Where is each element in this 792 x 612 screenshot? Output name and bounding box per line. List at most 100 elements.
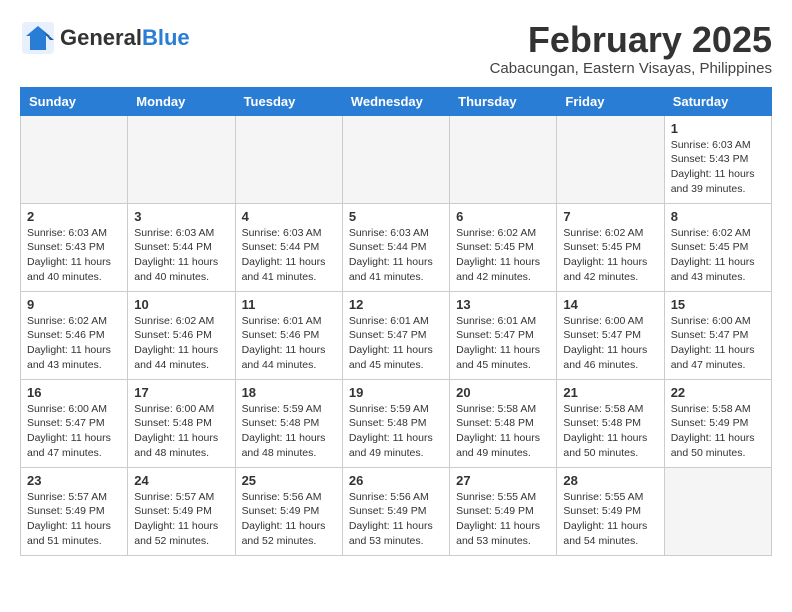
- day-info: Sunrise: 6:03 AMSunset: 5:44 PMDaylight:…: [349, 226, 443, 285]
- calendar-cell: 13Sunrise: 6:01 AMSunset: 5:47 PMDayligh…: [450, 291, 557, 379]
- day-number: 11: [242, 297, 336, 312]
- calendar-cell: [128, 115, 235, 203]
- calendar-cell: 8 Sunrise: 6:02 AMSunset: 5:45 PMDaylight…: [664, 203, 771, 291]
- day-info: Sunrise: 6:00 AMSunset: 5:47 PMDaylight:…: [671, 314, 765, 373]
- day-info: Sunrise: 6:03 AMSunset: 5:44 PMDaylight:…: [242, 226, 336, 285]
- calendar-cell: 17 Sunrise: 6:00 AMSunset: 5:48 PMDayligh…: [128, 379, 235, 467]
- calendar-cell: [664, 467, 771, 555]
- day-info: Sunrise: 5:59 AMSunset: 5:48 PMDaylight:…: [349, 402, 443, 461]
- day-number: 8: [671, 209, 765, 224]
- day-number: 17: [134, 385, 228, 400]
- day-number: 3: [134, 209, 228, 224]
- day-info: Sunrise: 5:56 AMSunset: 5:49 PMDaylight:…: [242, 490, 336, 549]
- day-info: Sunrise: 6:02 AMSunset: 5:46 PMDaylight:…: [134, 314, 228, 373]
- day-number: 16: [27, 385, 121, 400]
- calendar-header-thursday: Thursday: [450, 87, 557, 115]
- calendar-cell: 20 Sunrise: 5:58 AMSunset: 5:48 PMDayligh…: [450, 379, 557, 467]
- day-info: Sunrise: 6:03 AMSunset: 5:44 PMDaylight:…: [134, 226, 228, 285]
- calendar-week-1: 1 Sunrise: 6:03 AMSunset: 5:43 PMDaylight…: [21, 115, 772, 203]
- day-number: 10: [134, 297, 228, 312]
- day-number: 24: [134, 473, 228, 488]
- calendar-week-4: 16 Sunrise: 6:00 AMSunset: 5:47 PMDayligh…: [21, 379, 772, 467]
- day-info: Sunrise: 6:00 AMSunset: 5:47 PMDaylight:…: [27, 402, 121, 461]
- day-number: 6: [456, 209, 550, 224]
- day-info: Sunrise: 6:02 AMSunset: 5:46 PMDaylight:…: [27, 314, 121, 373]
- logo: GeneralBlue: [20, 20, 190, 56]
- calendar-week-5: 23 Sunrise: 5:57 AMSunset: 5:49 PMDayligh…: [21, 467, 772, 555]
- calendar-header-sunday: Sunday: [21, 87, 128, 115]
- day-info: Sunrise: 5:55 AMSunset: 5:49 PMDaylight:…: [456, 490, 550, 549]
- calendar-header-friday: Friday: [557, 87, 664, 115]
- day-number: 5: [349, 209, 443, 224]
- day-info: Sunrise: 6:03 AMSunset: 5:43 PMDaylight:…: [27, 226, 121, 285]
- calendar-cell: [235, 115, 342, 203]
- calendar-cell: 10 Sunrise: 6:02 AMSunset: 5:46 PMDayligh…: [128, 291, 235, 379]
- day-number: 18: [242, 385, 336, 400]
- calendar-cell: 16 Sunrise: 6:00 AMSunset: 5:47 PMDayligh…: [21, 379, 128, 467]
- day-number: 20: [456, 385, 550, 400]
- calendar-cell: [557, 115, 664, 203]
- day-info: Sunrise: 5:55 AMSunset: 5:49 PMDaylight:…: [563, 490, 657, 549]
- calendar-week-2: 2 Sunrise: 6:03 AMSunset: 5:43 PMDaylight…: [21, 203, 772, 291]
- calendar-table: SundayMondayTuesdayWednesdayThursdayFrid…: [20, 87, 772, 556]
- day-info: Sunrise: 6:01 AMSunset: 5:47 PMDaylight:…: [456, 314, 550, 373]
- calendar-cell: 2 Sunrise: 6:03 AMSunset: 5:43 PMDaylight…: [21, 203, 128, 291]
- calendar-cell: 25 Sunrise: 5:56 AMSunset: 5:49 PMDayligh…: [235, 467, 342, 555]
- day-info: Sunrise: 5:59 AMSunset: 5:48 PMDaylight:…: [242, 402, 336, 461]
- calendar-cell: [342, 115, 449, 203]
- day-info: Sunrise: 6:01 AMSunset: 5:46 PMDaylight:…: [242, 314, 336, 373]
- day-info: Sunrise: 5:58 AMSunset: 5:48 PMDaylight:…: [456, 402, 550, 461]
- day-number: 25: [242, 473, 336, 488]
- day-info: Sunrise: 5:58 AMSunset: 5:48 PMDaylight:…: [563, 402, 657, 461]
- day-number: 15: [671, 297, 765, 312]
- logo-text: GeneralBlue: [60, 25, 190, 51]
- day-number: 1: [671, 121, 765, 136]
- day-number: 23: [27, 473, 121, 488]
- day-number: 2: [27, 209, 121, 224]
- day-number: 22: [671, 385, 765, 400]
- day-info: Sunrise: 5:58 AMSunset: 5:49 PMDaylight:…: [671, 402, 765, 461]
- calendar-cell: [450, 115, 557, 203]
- calendar-cell: 5 Sunrise: 6:03 AMSunset: 5:44 PMDaylight…: [342, 203, 449, 291]
- day-info: Sunrise: 6:01 AMSunset: 5:47 PMDaylight:…: [349, 314, 443, 373]
- logo-blue: Blue: [142, 25, 190, 50]
- day-number: 26: [349, 473, 443, 488]
- day-number: 12: [349, 297, 443, 312]
- calendar-cell: 9 Sunrise: 6:02 AMSunset: 5:46 PMDaylight…: [21, 291, 128, 379]
- day-number: 7: [563, 209, 657, 224]
- day-info: Sunrise: 6:02 AMSunset: 5:45 PMDaylight:…: [671, 226, 765, 285]
- day-info: Sunrise: 6:02 AMSunset: 5:45 PMDaylight:…: [456, 226, 550, 285]
- month-title: February 2025: [490, 20, 772, 60]
- calendar-cell: 15 Sunrise: 6:00 AMSunset: 5:47 PMDayligh…: [664, 291, 771, 379]
- calendar-cell: [21, 115, 128, 203]
- day-info: Sunrise: 6:03 AMSunset: 5:43 PMDaylight:…: [671, 138, 765, 197]
- calendar-header-monday: Monday: [128, 87, 235, 115]
- calendar-cell: 23 Sunrise: 5:57 AMSunset: 5:49 PMDayligh…: [21, 467, 128, 555]
- calendar-cell: 19 Sunrise: 5:59 AMSunset: 5:48 PMDayligh…: [342, 379, 449, 467]
- calendar-header-saturday: Saturday: [664, 87, 771, 115]
- calendar-cell: 27Sunrise: 5:55 AMSunset: 5:49 PMDayligh…: [450, 467, 557, 555]
- calendar-cell: 12 Sunrise: 6:01 AMSunset: 5:47 PMDayligh…: [342, 291, 449, 379]
- day-info: Sunrise: 5:56 AMSunset: 5:49 PMDaylight:…: [349, 490, 443, 549]
- calendar-cell: 4 Sunrise: 6:03 AMSunset: 5:44 PMDaylight…: [235, 203, 342, 291]
- calendar-cell: 21Sunrise: 5:58 AMSunset: 5:48 PMDayligh…: [557, 379, 664, 467]
- day-info: Sunrise: 5:57 AMSunset: 5:49 PMDaylight:…: [134, 490, 228, 549]
- day-number: 14: [563, 297, 657, 312]
- day-number: 19: [349, 385, 443, 400]
- calendar-cell: 18 Sunrise: 5:59 AMSunset: 5:48 PMDayligh…: [235, 379, 342, 467]
- day-info: Sunrise: 5:57 AMSunset: 5:49 PMDaylight:…: [27, 490, 121, 549]
- day-number: 4: [242, 209, 336, 224]
- logo-icon: [20, 20, 56, 56]
- page-header: GeneralBlue February 2025 Cabacungan, Ea…: [20, 20, 772, 77]
- day-info: Sunrise: 6:00 AMSunset: 5:48 PMDaylight:…: [134, 402, 228, 461]
- calendar-header-tuesday: Tuesday: [235, 87, 342, 115]
- calendar-cell: 14Sunrise: 6:00 AMSunset: 5:47 PMDayligh…: [557, 291, 664, 379]
- calendar-header-wednesday: Wednesday: [342, 87, 449, 115]
- calendar-header-row: SundayMondayTuesdayWednesdayThursdayFrid…: [21, 87, 772, 115]
- day-number: 9: [27, 297, 121, 312]
- calendar-cell: 6 Sunrise: 6:02 AMSunset: 5:45 PMDaylight…: [450, 203, 557, 291]
- day-number: 28: [563, 473, 657, 488]
- day-info: Sunrise: 6:02 AMSunset: 5:45 PMDaylight:…: [563, 226, 657, 285]
- calendar-cell: 11 Sunrise: 6:01 AMSunset: 5:46 PMDayligh…: [235, 291, 342, 379]
- calendar-cell: 3 Sunrise: 6:03 AMSunset: 5:44 PMDaylight…: [128, 203, 235, 291]
